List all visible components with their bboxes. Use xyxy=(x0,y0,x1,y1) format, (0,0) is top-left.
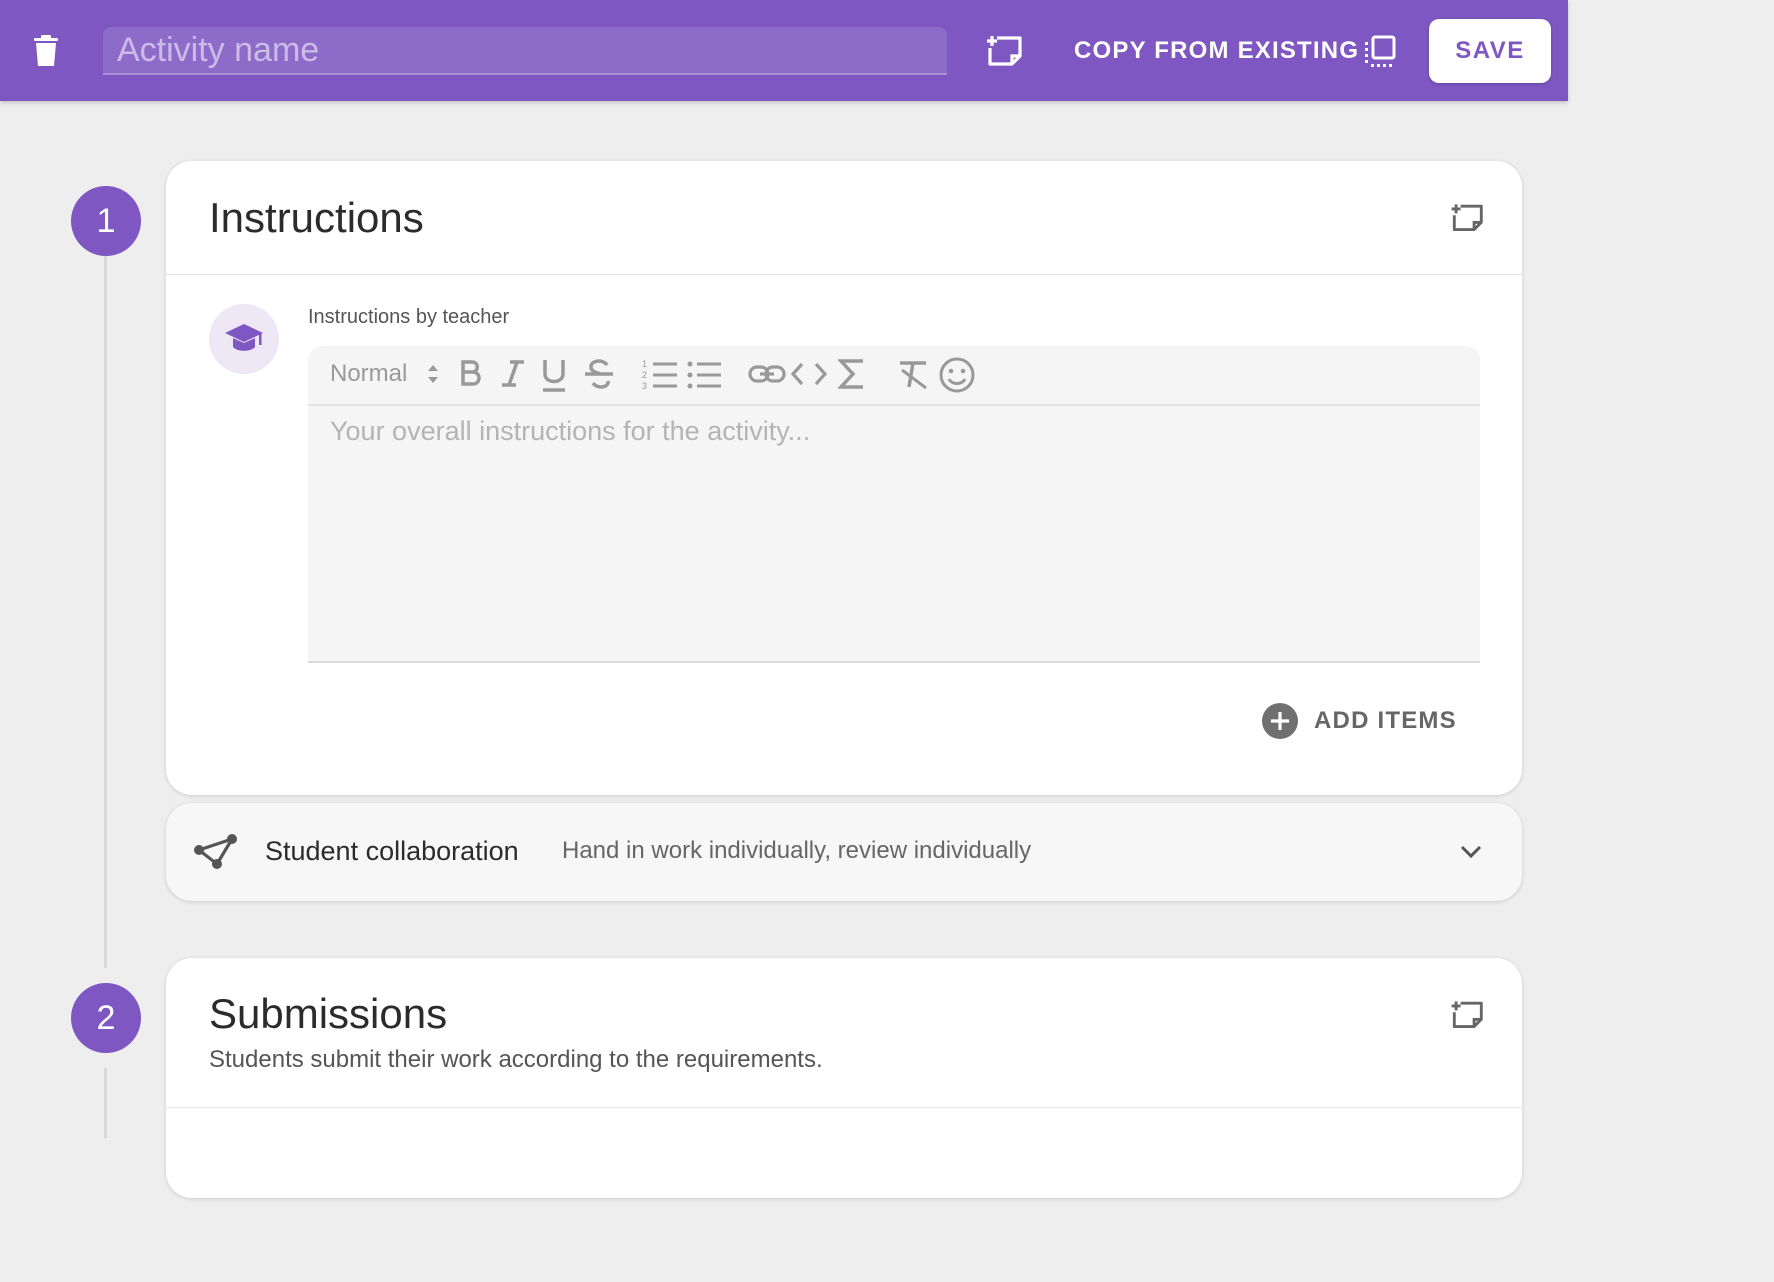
instructions-card: Instructions Instructions by teacher Nor… xyxy=(166,161,1522,795)
clear-format-icon[interactable] xyxy=(896,356,930,392)
teacher-instructions-label: Instructions by teacher xyxy=(308,306,510,328)
formula-icon[interactable] xyxy=(838,356,866,392)
activity-name-input[interactable] xyxy=(103,27,947,75)
emoji-icon[interactable] xyxy=(938,356,976,394)
add-note-icon[interactable] xyxy=(1446,199,1486,235)
editor-toolbar: Normal 1 2 3 xyxy=(308,346,1480,406)
graduation-cap-icon xyxy=(225,324,263,351)
link-icon[interactable] xyxy=(748,356,786,392)
step-badge-2: 2 xyxy=(71,983,141,1053)
section-title: Instructions xyxy=(209,194,424,241)
save-button[interactable]: SAVE xyxy=(1429,19,1551,83)
svg-text:1: 1 xyxy=(642,359,647,369)
delete-icon[interactable] xyxy=(26,30,66,70)
network-icon xyxy=(194,834,237,869)
strikethrough-icon[interactable] xyxy=(583,356,615,392)
add-circle-icon xyxy=(1262,703,1298,739)
svg-text:2: 2 xyxy=(642,370,647,380)
student-collaboration-panel[interactable]: Student collaboration Hand in work indiv… xyxy=(166,803,1522,901)
format-select[interactable]: Normal xyxy=(330,360,407,388)
italic-icon[interactable] xyxy=(500,356,526,392)
add-items-label: ADD ITEMS xyxy=(1314,707,1457,734)
collaboration-title: Student collaboration xyxy=(265,836,519,866)
copy-from-existing-button[interactable]: COPY FROM EXISTING xyxy=(1060,22,1412,80)
step-badge-1: 1 xyxy=(71,186,141,256)
card-divider xyxy=(166,1107,1522,1108)
section-description: Students submit their work according to … xyxy=(209,1046,823,1073)
bold-icon[interactable] xyxy=(458,356,484,392)
add-note-icon[interactable] xyxy=(1446,996,1486,1032)
timeline-line xyxy=(104,256,107,968)
card-divider xyxy=(166,274,1522,275)
select-arrows-icon xyxy=(428,365,438,383)
add-note-icon[interactable] xyxy=(982,30,1024,70)
top-app-bar: COPY FROM EXISTING SAVE xyxy=(0,0,1568,101)
submissions-card: Submissions Students submit their work a… xyxy=(166,958,1522,1198)
section-title: Submissions xyxy=(209,990,448,1037)
editor-placeholder: Your overall instructions for the activi… xyxy=(330,416,811,446)
code-icon[interactable] xyxy=(790,356,828,392)
add-items-button[interactable]: ADD ITEMS xyxy=(1262,699,1482,743)
rich-text-editor[interactable]: Normal 1 2 3 Your overall instructions f… xyxy=(308,346,1480,663)
ordered-list-icon[interactable]: 1 2 3 xyxy=(642,356,678,392)
bullet-list-icon[interactable] xyxy=(686,356,722,392)
timeline-line xyxy=(104,1068,107,1138)
underline-icon[interactable] xyxy=(540,356,568,394)
svg-text:3: 3 xyxy=(642,381,647,391)
collaboration-value: Hand in work individually, review indivi… xyxy=(562,837,1032,864)
teacher-avatar xyxy=(209,304,279,374)
copy-from-existing-label: COPY FROM EXISTING xyxy=(1074,37,1360,64)
chevron-down-icon[interactable] xyxy=(1456,839,1486,865)
copy-icon xyxy=(1365,35,1396,67)
